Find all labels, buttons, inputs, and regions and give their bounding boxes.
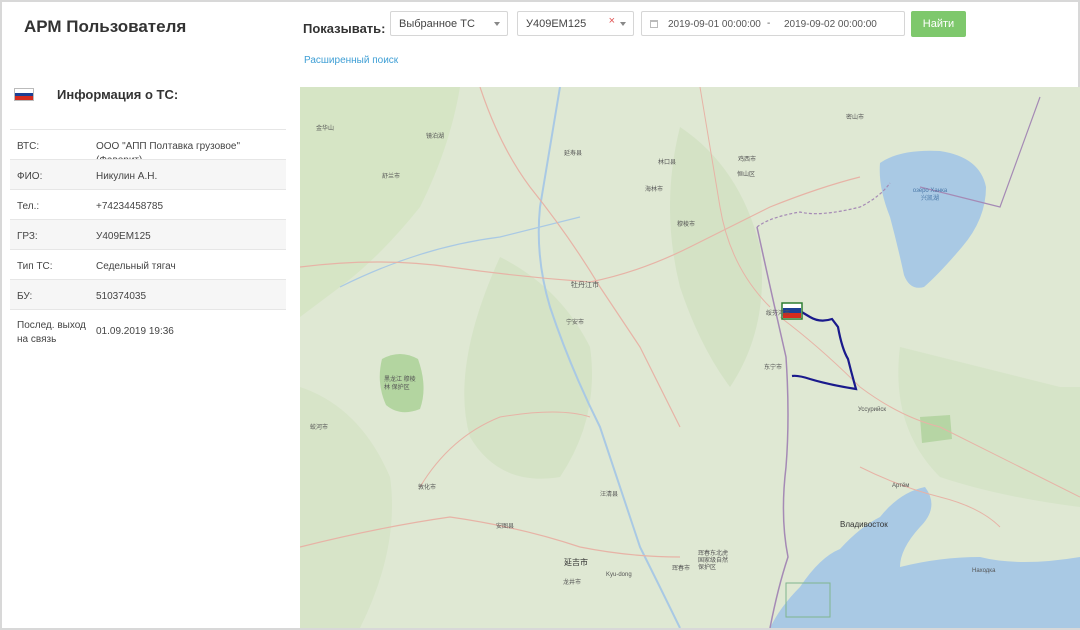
show-label: Показывать: bbox=[303, 21, 386, 36]
info-key: ГРЗ: bbox=[17, 231, 38, 242]
info-value: Никулин А.Н. bbox=[96, 171, 158, 182]
map-label-linkou: 林口县 bbox=[658, 160, 677, 166]
info-value: +74234458785 bbox=[96, 201, 164, 212]
map-label-yanji: 延吉市 bbox=[564, 558, 588, 567]
chevron-down-icon bbox=[620, 22, 626, 26]
map-label-mudanjiang: 牡丹江市 bbox=[571, 282, 599, 289]
map-canvas[interactable] bbox=[300, 87, 1080, 628]
russian-flag-icon bbox=[14, 88, 34, 101]
info-key: Послед. выход на связь bbox=[17, 320, 86, 345]
map-label-nakhodka: Находка bbox=[972, 568, 996, 574]
info-row-vehicle-type: Тип ТС: Седельный тягач bbox=[10, 249, 286, 279]
map-label-huichun: 珲春市 bbox=[672, 566, 691, 572]
map-label-jiaohe: 蛟河市 bbox=[310, 425, 329, 431]
map-label-vladivostok: Владивосток bbox=[840, 520, 888, 529]
date-separator: - bbox=[767, 18, 771, 29]
info-row-device: БУ: 510374035 bbox=[10, 279, 286, 309]
map-label-dunhua: 敦化市 bbox=[418, 485, 437, 491]
info-key: Тип ТС: bbox=[17, 261, 53, 272]
app-title: АРМ Пользователя bbox=[24, 17, 187, 36]
info-value: 01.09.2019 19:36 bbox=[96, 326, 174, 337]
info-row-vts: ВТС: ООО "АПП Полтавка грузовое" (Фавори… bbox=[10, 129, 286, 166]
map-label-shulan: 舒兰市 bbox=[382, 174, 401, 180]
map-label-dongning: 东宁市 bbox=[764, 365, 783, 371]
map-label-mishan: 密山市 bbox=[846, 115, 865, 121]
map-label-hengshan: 恒山区 bbox=[737, 172, 756, 178]
map-label-ningan: 宁安市 bbox=[566, 320, 585, 326]
map-view[interactable]: 牡丹江市 鸡西市 恒山区 林口县 宁安市 穆棱市 东宁市 绥芬河市 敦化市 汪清… bbox=[300, 87, 1080, 628]
date-to[interactable]: 2019-09-02 00:00:00 bbox=[784, 19, 877, 30]
map-label-khanka: озеро Ханка 兴凯湖 bbox=[912, 188, 948, 202]
find-button[interactable]: Найти bbox=[911, 11, 966, 37]
map-label-jingbohu: 镜泊湖 bbox=[426, 134, 445, 140]
chevron-down-icon bbox=[494, 22, 500, 26]
info-key: Тел.: bbox=[17, 201, 40, 212]
close-icon[interactable]: × bbox=[609, 15, 615, 27]
map-label-jixi: 鸡西市 bbox=[738, 157, 757, 163]
map-label-hunchun-reserve: 珲春东北虎 国家级自然 保护区 bbox=[698, 551, 729, 571]
map-label-yilan: 延寿县 bbox=[564, 151, 583, 157]
map-label-antu: 安图县 bbox=[496, 524, 515, 530]
map-label-longjing: 龙井市 bbox=[563, 580, 582, 586]
info-panel-title: Информация о ТС: bbox=[57, 87, 179, 102]
map-label-hailin: 海林市 bbox=[645, 187, 664, 193]
date-from[interactable]: 2019-09-01 00:00:00 bbox=[668, 19, 761, 30]
vehicle-filter-select[interactable]: Выбранное ТС bbox=[390, 11, 508, 36]
map-label-wangqing: 汪清县 bbox=[600, 492, 619, 498]
info-key: ВТС: bbox=[17, 141, 40, 152]
info-value: Седельный тягач bbox=[96, 261, 176, 272]
map-label-jinhua: 金华山 bbox=[316, 126, 335, 132]
plate-select-value: У409ЕМ125 bbox=[526, 18, 587, 30]
map-label-ussuriysk: Уссурийск bbox=[858, 407, 887, 413]
calendar-icon bbox=[650, 20, 658, 28]
advanced-search-link[interactable]: Расширенный поиск bbox=[304, 55, 398, 66]
plate-select[interactable]: У409ЕМ125 × bbox=[517, 11, 634, 36]
info-key: ФИО: bbox=[17, 171, 43, 182]
info-row-plate: ГРЗ: У409ЕМ125 bbox=[10, 219, 286, 249]
map-label-muling: 穆棱市 bbox=[677, 222, 696, 228]
info-value: У409ЕМ125 bbox=[96, 231, 151, 242]
map-label-kyudong: Kyu-dong bbox=[606, 572, 632, 578]
map-label-suifenhe: 绥芬河市 bbox=[766, 311, 791, 317]
info-value: 510374035 bbox=[96, 291, 147, 302]
info-row-phone: Тел.: +74234458785 bbox=[10, 189, 286, 219]
map-label-reserve: 黑龙江 穆棱林 保护区 bbox=[384, 377, 416, 391]
info-row-driver: ФИО: Никулин А.Н. bbox=[10, 159, 286, 189]
vehicle-info-table: ВТС: ООО "АПП Полтавка грузовое" (Фавори… bbox=[10, 129, 286, 355]
info-row-last-connection: Послед. выход на связь 01.09.2019 19:36 bbox=[10, 309, 286, 355]
app-window: АРМ Пользователя Показывать: Выбранное Т… bbox=[0, 0, 1080, 630]
date-range-picker[interactable]: 2019-09-01 00:00:00 - 2019-09-02 00:00:0… bbox=[641, 11, 905, 36]
vehicle-filter-value: Выбранное ТС bbox=[399, 18, 475, 30]
info-key: БУ: bbox=[17, 291, 33, 302]
map-label-artem: Артём bbox=[892, 483, 910, 489]
